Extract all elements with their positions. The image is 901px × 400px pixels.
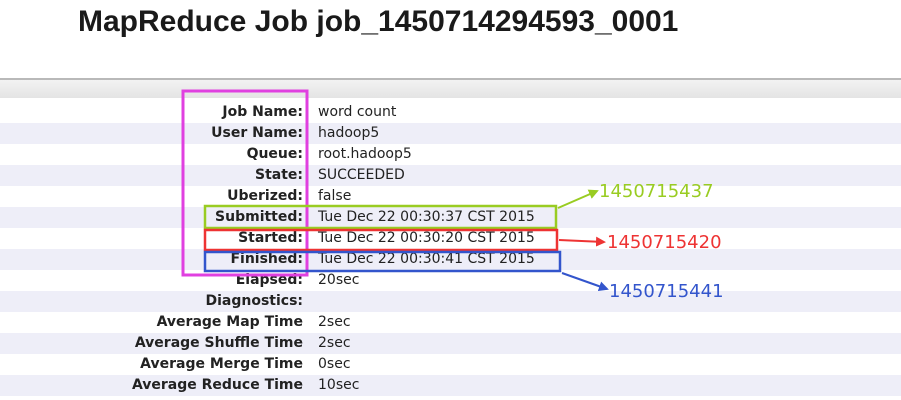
row-label: Average Reduce Time — [131, 377, 303, 393]
table-row-diagnostics: Diagnostics: — [0, 291, 901, 312]
row-label: Elapsed: — [235, 272, 303, 288]
row-value: 10sec — [318, 377, 360, 393]
table-row-user-name: User Name: hadoop5 — [0, 123, 901, 144]
row-label: Started: — [238, 230, 303, 246]
row-value: root.hadoop5 — [318, 146, 412, 162]
row-value: hadoop5 — [318, 125, 380, 141]
row-label: Job Name: — [222, 104, 303, 120]
row-value: 2sec — [318, 314, 351, 330]
table-row-job-name: Job Name: word count — [0, 102, 901, 123]
row-value: Tue Dec 22 00:30:20 CST 2015 — [318, 230, 535, 246]
row-value: word count — [318, 104, 397, 120]
row-label: Average Map Time — [156, 314, 303, 330]
row-label: State: — [254, 167, 303, 183]
row-value: 2sec — [318, 335, 351, 351]
table-row-started: Started: Tue Dec 22 00:30:20 CST 2015 — [0, 228, 901, 249]
row-value: Tue Dec 22 00:30:41 CST 2015 — [318, 251, 535, 267]
table-row-avg-reduce-time: Average Reduce Time 10sec — [0, 375, 901, 396]
table-row-submitted: Submitted: Tue Dec 22 00:30:37 CST 2015 — [0, 207, 901, 228]
table-row-avg-merge-time: Average Merge Time 0sec — [0, 354, 901, 375]
table-row-finished: Finished: Tue Dec 22 00:30:41 CST 2015 — [0, 249, 901, 270]
table-row-elapsed: Elapsed: 20sec — [0, 270, 901, 291]
row-label: Queue: — [246, 146, 303, 162]
table-row-avg-shuffle-time: Average Shuffle Time 2sec — [0, 333, 901, 354]
table-row-queue: Queue: root.hadoop5 — [0, 144, 901, 165]
table-row-state: State: SUCCEEDED — [0, 165, 901, 186]
row-value: 20sec — [318, 272, 360, 288]
row-label: Submitted: — [215, 209, 303, 225]
row-label: User Name: — [211, 125, 303, 141]
row-value: 0sec — [318, 356, 351, 372]
row-label: Uberized: — [227, 188, 303, 204]
row-label: Average Shuffle Time — [134, 335, 303, 351]
table-header-bar — [0, 78, 901, 98]
row-label: Diagnostics: — [205, 293, 303, 309]
page-title: MapReduce Job job_1450714294593_0001 — [78, 5, 679, 38]
row-label: Finished: — [230, 251, 303, 267]
table-row-uberized: Uberized: false — [0, 186, 901, 207]
row-label: Average Merge Time — [140, 356, 303, 372]
job-info-table: Job Name: word count User Name: hadoop5 … — [0, 102, 901, 396]
row-value: Tue Dec 22 00:30:37 CST 2015 — [318, 209, 535, 225]
row-value: false — [318, 188, 352, 204]
row-value: SUCCEEDED — [318, 167, 405, 183]
table-row-avg-map-time: Average Map Time 2sec — [0, 312, 901, 333]
